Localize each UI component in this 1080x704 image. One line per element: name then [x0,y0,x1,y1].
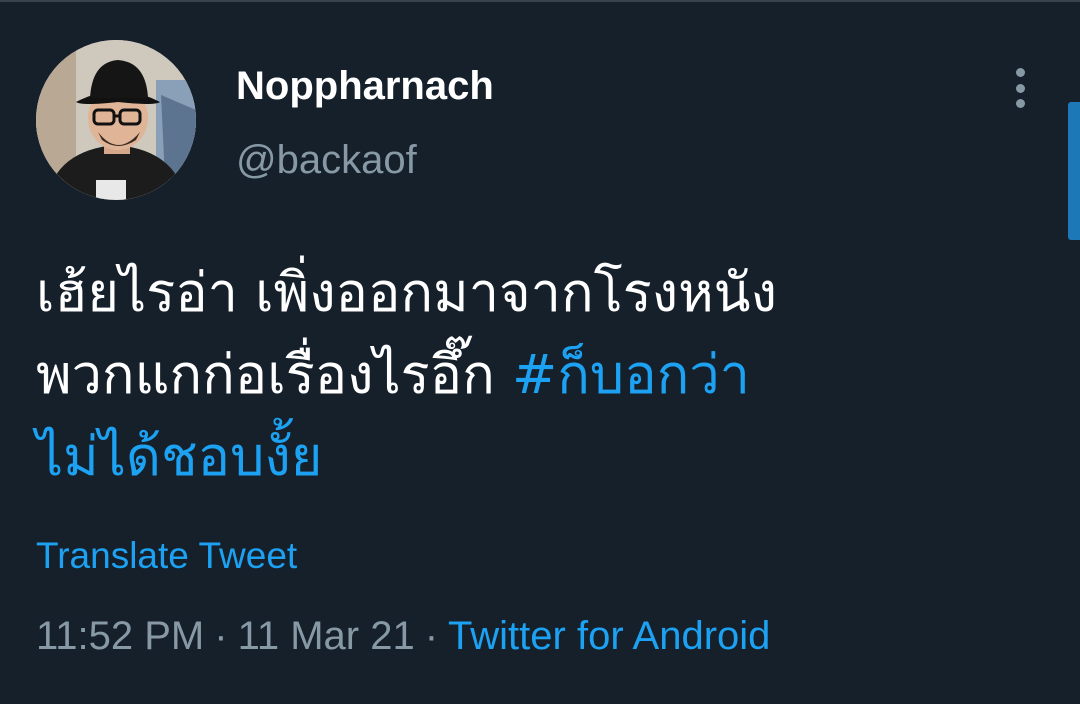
scrollbar[interactable] [1068,102,1080,240]
author-display-name[interactable]: Noppharnach [236,62,494,110]
user-avatar-image [36,40,196,200]
more-vertical-icon [1015,68,1025,77]
more-vertical-icon-dot [1015,83,1025,93]
separator: · [214,614,228,658]
translate-tweet-link[interactable]: Translate Tweet [36,534,297,578]
tweet-text: เฮ้ยไรอ่า เพิ่งออกมาจากโรงหนัง พวกแกก่อเ… [36,252,1036,498]
tweet-metadata: 11:52 PM · 11 Mar 21 · Twitter for Android [36,612,770,660]
avatar[interactable] [36,40,196,200]
hashtag-link-continuation[interactable]: ไม่ได้ชอบงั้ย [36,416,1036,498]
tweet-text-line: เฮ้ยไรอ่า เพิ่งออกมาจากโรงหนัง [36,261,777,324]
tweet-text-plain: พวกแกก่อเรื่องไรอึ๊ก [36,343,512,406]
tweet-date[interactable]: 11 Mar 21 [238,614,415,658]
tweet-detail: Noppharnach @backaof เฮ้ยไรอ่า เพิ่งออกม… [0,0,1080,704]
tweet-text-line: พวกแกก่อเรื่องไรอึ๊ก #ก็บอกว่า [36,334,1036,416]
tweet-time[interactable]: 11:52 PM [36,614,204,658]
author-handle[interactable]: @backaof [236,136,417,184]
tweet-source-link[interactable]: Twitter for Android [448,614,770,658]
hashtag-link[interactable]: #ก็บอกว่า [512,343,750,406]
separator: · [424,614,439,658]
divider [0,0,1080,2]
more-options-button[interactable] [1000,66,1040,110]
more-vertical-icon-dot [1015,99,1025,108]
